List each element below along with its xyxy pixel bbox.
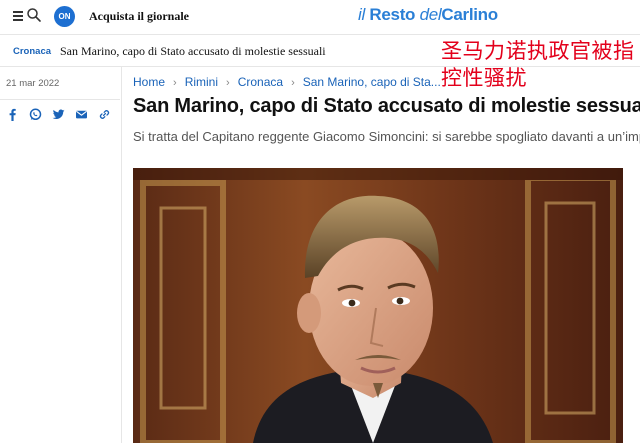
article-subhead: Si tratta del Capitano reggente Giacomo … [133,129,640,144]
section-link[interactable]: Cronaca [13,46,51,57]
divider [0,99,120,100]
breadcrumb: Home › Rimini › Cronaca › San Marino, capo di … [133,75,441,89]
sticky-article-title: San Marino, capo di Stato accusato di mo… [60,44,326,58]
logo-part-carlino: Carlino [441,5,498,24]
logo-part-il: il [358,5,365,24]
chevron-right-icon: › [226,77,230,89]
top-header: ON Acquista il giornale il Resto delCarl… [0,0,640,34]
email-icon[interactable] [75,108,88,121]
site-logo[interactable]: il Resto delCarlino [358,5,498,25]
link-icon[interactable] [98,108,111,121]
search-icon[interactable] [26,7,42,23]
breadcrumb-cronaca[interactable]: Cronaca [238,75,283,89]
breadcrumb-rimini[interactable]: Rimini [185,75,218,89]
facebook-icon[interactable] [6,108,19,121]
article-photo [133,168,623,443]
logo-part-resto: Resto [369,5,416,24]
article-headline: San Marino, capo di Stato accusato di mo… [133,95,640,117]
caption-overlay: 圣马力诺执政官被指控性骚扰 [441,39,635,90]
whatsapp-icon[interactable] [29,108,42,121]
breadcrumb-home[interactable]: Home [133,75,165,89]
share-bar [6,108,111,121]
chevron-right-icon: › [291,77,295,89]
column-divider [121,67,122,443]
portrait-image [133,168,623,443]
menu-icon[interactable] [13,11,23,21]
breadcrumb-current[interactable]: San Marino, capo di Sta... [303,75,441,89]
subscribe-link[interactable]: Acquista il giornale [89,9,189,24]
chevron-right-icon: › [173,77,177,89]
article-date: 21 mar 2022 [6,78,60,89]
twitter-icon[interactable] [52,108,65,121]
logo-part-del: del [419,5,442,24]
on-badge-button[interactable]: ON [54,6,75,27]
